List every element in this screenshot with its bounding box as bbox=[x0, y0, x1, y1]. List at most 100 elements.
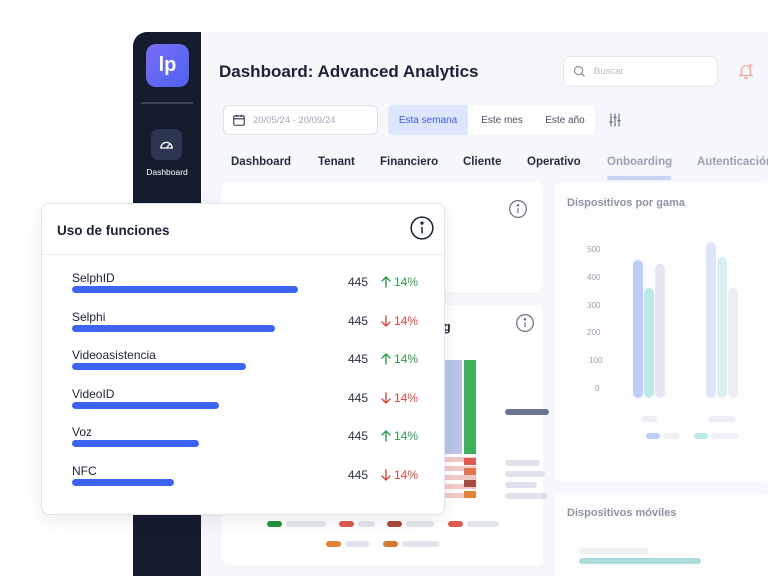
legend-line bbox=[402, 541, 440, 547]
tab-operativo[interactable]: Operativo bbox=[527, 156, 581, 168]
sankey-node bbox=[464, 480, 476, 487]
calendar-icon bbox=[233, 114, 245, 126]
feature-delta: 14% bbox=[380, 468, 418, 482]
date-range-value: 20/05/24 - 20/09/24 bbox=[253, 114, 336, 126]
y-tick: 100 bbox=[589, 356, 603, 365]
info-icon[interactable] bbox=[515, 313, 535, 333]
legend-swatch bbox=[326, 541, 341, 547]
sankey-node bbox=[464, 360, 476, 454]
y-tick: 0 bbox=[595, 384, 600, 393]
sankey-node bbox=[464, 468, 476, 475]
feature-usage-card: Uso de funciones SelphID 445 14% Selphi 445 1… bbox=[41, 203, 445, 515]
legend-swatch bbox=[267, 521, 282, 527]
legend-swatch bbox=[387, 521, 402, 527]
feature-value: 445 bbox=[348, 313, 369, 328]
feature-usage-bar bbox=[72, 478, 174, 486]
legend-line bbox=[345, 541, 370, 547]
legend-line bbox=[406, 521, 434, 527]
legend-swatch bbox=[383, 541, 398, 547]
search-icon bbox=[573, 65, 585, 77]
feature-label: VideoID bbox=[72, 386, 115, 401]
legend-swatch bbox=[339, 521, 354, 527]
tab-autenticacion[interactable]: Autenticación bbox=[697, 156, 768, 168]
feature-label: Voz bbox=[72, 425, 93, 439]
legend-line bbox=[505, 482, 537, 488]
arrow-up-icon bbox=[381, 353, 391, 365]
tab-financiero[interactable]: Financiero bbox=[380, 156, 438, 168]
legend-line bbox=[467, 521, 499, 527]
feature-value: 445 bbox=[348, 467, 369, 482]
devices-by-range-card: Dispositivos por gama 500 400 300 200 10… bbox=[555, 182, 768, 482]
tab-cliente[interactable]: Cliente bbox=[463, 156, 501, 168]
sidebar-divider bbox=[141, 102, 193, 104]
feature-value: 445 bbox=[348, 390, 369, 405]
legend-line bbox=[505, 460, 540, 466]
info-icon[interactable] bbox=[508, 199, 528, 219]
notification-button[interactable] bbox=[737, 62, 755, 85]
sankey-node bbox=[464, 458, 476, 465]
feature-usage-bar bbox=[72, 324, 275, 332]
search-box[interactable]: Buscar bbox=[563, 56, 718, 87]
chart-bar bbox=[655, 264, 665, 398]
segment-esta-semana[interactable]: Esta semana bbox=[388, 105, 468, 135]
card-title: Uso de funciones bbox=[57, 223, 170, 238]
delta-value: 14% bbox=[394, 390, 419, 405]
y-tick: 400 bbox=[587, 273, 601, 282]
chart-bar bbox=[717, 257, 727, 398]
progress-bar bbox=[579, 558, 701, 564]
filter-button[interactable] bbox=[607, 112, 623, 133]
delta-value: 14% bbox=[394, 352, 419, 366]
arrow-down-icon bbox=[381, 391, 391, 404]
chart-bar bbox=[728, 288, 738, 398]
y-tick: 300 bbox=[587, 301, 601, 310]
chart-bar bbox=[644, 288, 654, 398]
feature-label: NFC bbox=[72, 463, 97, 478]
segment-este-ano[interactable]: Este año bbox=[536, 105, 594, 135]
sliders-icon bbox=[609, 113, 621, 127]
tab-dashboard[interactable]: Dashboard bbox=[231, 156, 291, 168]
chart-bar bbox=[706, 242, 716, 398]
legend-line bbox=[505, 409, 549, 415]
x-tick-placeholder bbox=[641, 416, 657, 422]
arrow-down-icon bbox=[381, 314, 391, 327]
delta-value: 14% bbox=[394, 467, 419, 482]
feature-delta: 14% bbox=[380, 429, 418, 443]
card-title: Dispositivos por gama bbox=[567, 197, 685, 209]
tab-onboarding[interactable]: Onboarding bbox=[607, 156, 672, 168]
segment-este-mes[interactable]: Este mes bbox=[468, 105, 536, 135]
card-title: Dispositivos móviles bbox=[567, 507, 677, 519]
feature-label: Selphi bbox=[72, 309, 106, 324]
legend-swatch bbox=[694, 433, 708, 439]
info-icon[interactable] bbox=[409, 215, 435, 241]
feature-usage-bar bbox=[72, 440, 199, 447]
feature-value: 445 bbox=[348, 352, 369, 366]
y-tick: 200 bbox=[587, 328, 601, 337]
feature-delta: 14% bbox=[380, 352, 418, 366]
legend-line bbox=[505, 471, 545, 477]
speedometer-icon bbox=[160, 141, 173, 149]
date-range-picker[interactable]: 20/05/24 - 20/09/24 bbox=[223, 105, 378, 135]
feature-label: SelphID bbox=[72, 271, 115, 285]
tab-tenant[interactable]: Tenant bbox=[318, 156, 355, 168]
legend-line bbox=[286, 521, 326, 527]
feature-value: 445 bbox=[348, 275, 369, 289]
legend-line bbox=[505, 493, 547, 499]
chart-bar bbox=[633, 260, 643, 398]
search-input[interactable]: Buscar bbox=[594, 66, 624, 77]
feature-delta: 14% bbox=[380, 275, 418, 289]
active-tab-indicator bbox=[607, 176, 671, 180]
legend-line bbox=[663, 433, 680, 439]
arrow-down-icon bbox=[381, 468, 391, 481]
sidebar-item-dashboard[interactable] bbox=[151, 129, 182, 160]
delta-value: 14% bbox=[394, 275, 419, 289]
page-title: Dashboard: Advanced Analytics bbox=[219, 62, 479, 81]
feature-usage-bar bbox=[72, 401, 219, 409]
legend-swatch bbox=[448, 521, 463, 527]
legend-line bbox=[358, 521, 375, 527]
feature-label: Videoasistencia bbox=[72, 348, 156, 362]
app-logo[interactable]: lp bbox=[146, 44, 189, 87]
feature-value: 445 bbox=[348, 429, 369, 443]
delta-value: 14% bbox=[394, 429, 419, 443]
bell-icon bbox=[738, 63, 754, 80]
logo-text: lp bbox=[158, 54, 177, 76]
